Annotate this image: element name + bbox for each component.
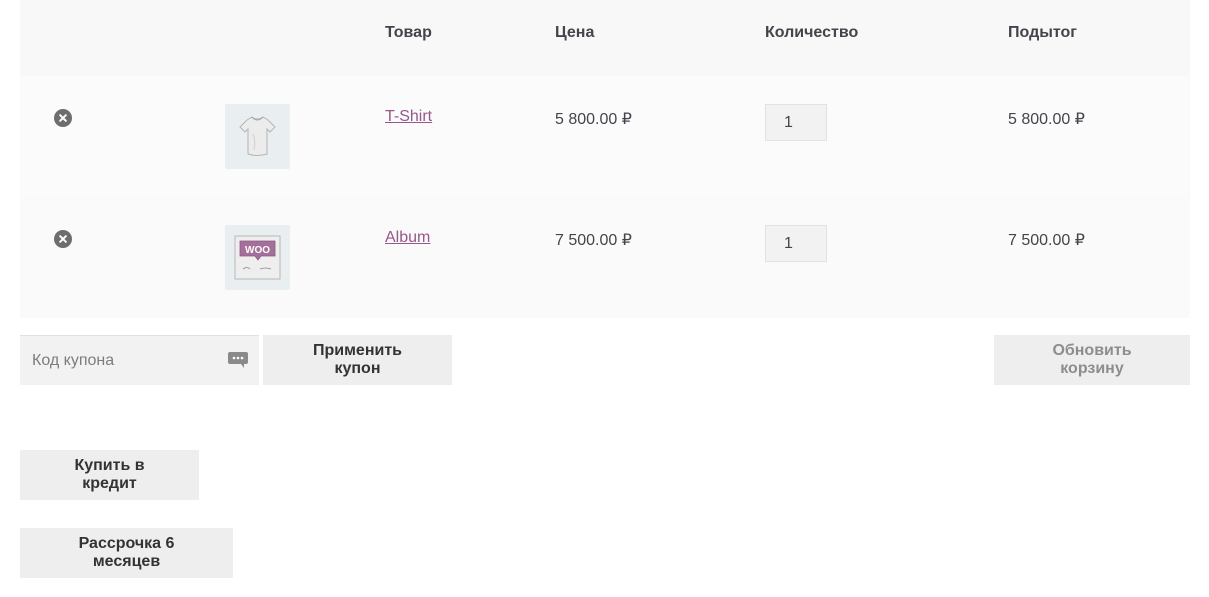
subtotal-value: 7 500.00 ₽ [1008, 232, 1085, 249]
header-quantity: Количество [765, 24, 859, 41]
woo-logo-text: WOO [245, 245, 270, 256]
header-product: Товар [385, 24, 432, 41]
tshirt-thumbnail[interactable] [225, 104, 290, 169]
apply-coupon-button[interactable]: Применить купон [263, 335, 452, 385]
subtotal-value: 5 800.00 ₽ [1008, 111, 1085, 128]
album-thumbnail[interactable]: WOO [225, 225, 290, 290]
tshirt-icon [239, 116, 276, 156]
product-link-album[interactable]: Album [385, 229, 430, 247]
quantity-input[interactable] [765, 225, 827, 262]
coupon-field [20, 335, 259, 386]
header-price: Цена [555, 24, 595, 41]
buy-on-credit-button[interactable]: Купить в кредит [20, 450, 199, 500]
woo-album-icon: WOO [234, 235, 281, 280]
quantity-input[interactable] [765, 104, 827, 141]
product-link-tshirt[interactable]: T-Shirt [385, 108, 432, 126]
update-cart-button[interactable]: Обновить корзину [994, 335, 1190, 385]
password-manager-icon[interactable] [227, 351, 249, 369]
installment-button[interactable]: Рассрочка 6 месяцев [20, 528, 233, 578]
price-value: 5 800.00 ₽ [555, 111, 632, 128]
cart-table: Товар Цена Количество Подытог T-Shirt 5 … [20, 0, 1190, 318]
remove-item-icon[interactable] [54, 230, 72, 248]
price-value: 7 500.00 ₽ [555, 232, 632, 249]
coupon-input[interactable] [20, 336, 234, 386]
table-row: WOO Album 7 500.00 ₽ 7 500.00 ₽ [20, 197, 1190, 318]
table-row: T-Shirt 5 800.00 ₽ 5 800.00 ₽ [20, 76, 1190, 197]
remove-item-icon[interactable] [54, 109, 72, 127]
cart-actions: Применить купон Обновить корзину [20, 335, 1190, 386]
table-header-row: Товар Цена Количество Подытог [20, 0, 1190, 76]
header-subtotal: Подытог [1008, 24, 1077, 41]
